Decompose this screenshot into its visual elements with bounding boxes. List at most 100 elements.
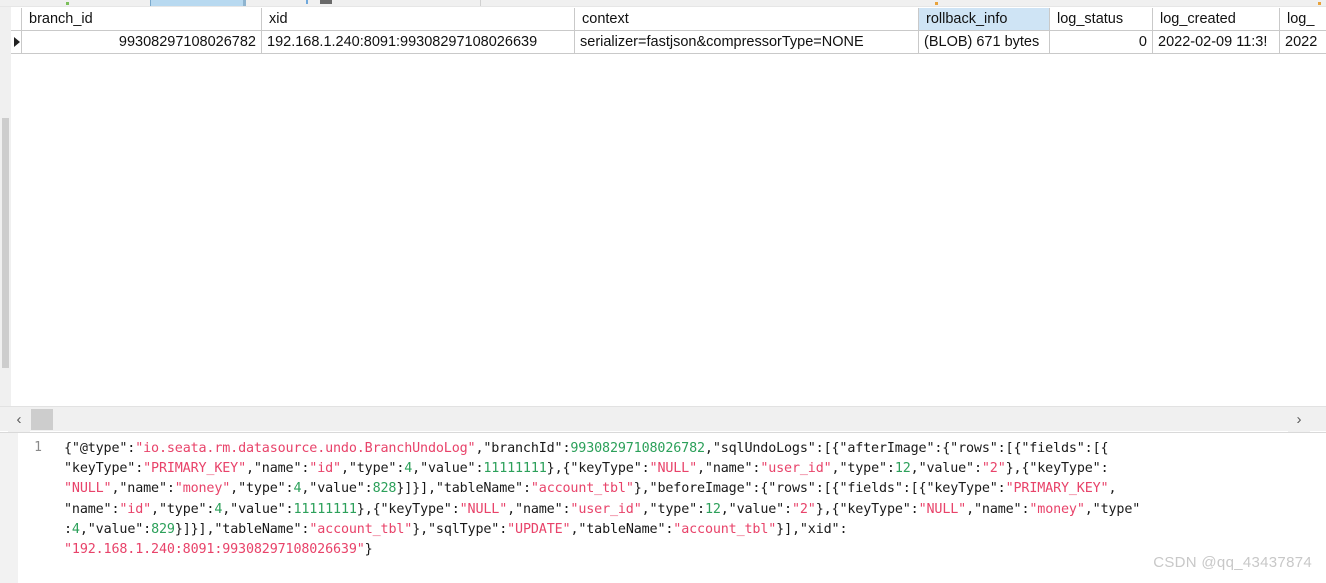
json-token: ,"value":: [720, 501, 792, 517]
cell-log_[interactable]: 2022: [1280, 31, 1326, 54]
json-token: ,"type":: [831, 461, 895, 477]
scroll-right-arrow-icon[interactable]: ›: [1288, 407, 1310, 432]
toolbar-grey-tick-icon[interactable]: [320, 0, 332, 4]
cell-rollback_info[interactable]: (BLOB) 671 bytes: [919, 31, 1050, 54]
json-token: "PRIMARY_KEY": [1005, 481, 1109, 497]
column-header-log_status[interactable]: log_status: [1050, 8, 1153, 31]
json-token: ,"name":: [966, 501, 1030, 517]
json-token: }]}],"tableName":: [174, 521, 310, 537]
json-token: "money": [1029, 501, 1085, 517]
json-token: ,"branchId":: [475, 441, 571, 456]
json-token: 12: [894, 461, 911, 477]
json-line: :4,"value":829}]}],"tableName":"account_…: [64, 520, 1319, 540]
grid-header-row: branch_id xid context rollback_info log_stat…: [11, 8, 1326, 31]
json-token: "account_tbl": [309, 521, 413, 537]
json-content[interactable]: {"@type":"io.seata.rm.datasource.undo.Br…: [64, 439, 1319, 560]
table-row[interactable]: 99308297108026782 192.168.1.240:8091:9930…: [11, 31, 1326, 54]
json-token: "2": [981, 461, 1006, 477]
vertical-scrollbar-thumb[interactable]: [2, 118, 9, 368]
json-token: "user_id": [760, 461, 832, 477]
column-header-branch_id[interactable]: branch_id: [22, 8, 262, 31]
json-token: },{"keyType":: [1005, 461, 1109, 477]
toolbar-selected-button[interactable]: [150, 0, 246, 6]
json-token: }: [364, 542, 373, 558]
column-header-log_created[interactable]: log_created: [1153, 8, 1280, 31]
toolbar-green-dot-icon: [66, 2, 69, 5]
json-token: "NULL": [649, 461, 698, 477]
json-token: "io.seata.rm.datasource.undo.BranchUndoL…: [135, 441, 476, 456]
json-token: "account_tbl": [673, 521, 777, 537]
cell-log_status[interactable]: 0: [1050, 31, 1153, 54]
json-token: "NULL": [459, 501, 508, 517]
column-header-xid[interactable]: xid: [262, 8, 575, 31]
json-line: "keyType":"PRIMARY_KEY","name":"id","typ…: [64, 459, 1319, 479]
json-token: },"sqlType":: [412, 521, 508, 537]
json-token: "name":: [64, 501, 120, 517]
toolbar-caret-icon[interactable]: [243, 0, 246, 6]
cell-log_created[interactable]: 2022-02-09 11:3!: [1153, 31, 1280, 54]
json-token: ,"type":: [151, 501, 215, 517]
json-token: },{"keyType":: [356, 501, 460, 517]
cell-branch_id[interactable]: 99308297108026782: [22, 31, 262, 54]
cell-context[interactable]: serializer=fastjson&compressorType=NONE: [575, 31, 919, 54]
json-token: "PRIMARY_KEY": [143, 461, 246, 477]
column-header-context[interactable]: context: [575, 8, 919, 31]
json-token: ,"type":: [641, 501, 705, 517]
column-header-log_[interactable]: log_: [1280, 8, 1326, 31]
json-token: ,"value":: [222, 501, 294, 517]
json-line: "name":"id","type":4,"value":11111111},{…: [64, 500, 1319, 520]
json-token: "192.168.1.240:8091:99308297108026639": [64, 542, 365, 558]
json-token: },{"keyType":: [546, 461, 650, 477]
json-token: ,"name":: [507, 501, 571, 517]
column-header-rollback_info[interactable]: rollback_info: [919, 8, 1050, 31]
json-token: "user_id": [570, 501, 642, 517]
json-token: ,"type":: [340, 461, 405, 477]
json-token: 11111111: [293, 501, 357, 517]
json-token: 828: [372, 481, 397, 497]
result-grid: branch_id xid context rollback_info log_stat…: [0, 7, 1326, 406]
editor-gutter: [0, 433, 18, 583]
json-token: ,"value":: [79, 521, 152, 537]
toolbar-divider: [480, 0, 481, 6]
json-line: "NULL","name":"money","type":4,"value":8…: [64, 479, 1319, 499]
json-token: },{"keyType":: [815, 501, 919, 517]
scroll-left-arrow-icon[interactable]: ‹: [8, 407, 30, 432]
vertical-scrollbar[interactable]: [0, 7, 11, 406]
json-token: ,"tableName":: [570, 521, 674, 537]
json-token: ,"type": [1084, 501, 1141, 517]
horizontal-scrollbar-thumb[interactable]: [31, 409, 53, 430]
current-row-indicator[interactable]: [11, 31, 22, 54]
toolbar-blue-tick-icon[interactable]: [306, 0, 308, 4]
json-token: 12: [704, 501, 721, 517]
json-token: "id": [119, 501, 152, 517]
blob-value-viewer: 1 {"@type":"io.seata.rm.datasource.undo.…: [0, 432, 1326, 583]
cell-xid[interactable]: 192.168.1.240:8091:99308297108026639: [262, 31, 575, 54]
row-arrow-icon: [14, 37, 20, 47]
json-token: 4: [404, 461, 413, 477]
json-token: "UPDATE": [507, 521, 571, 537]
toolbar-sliver: [0, 0, 1326, 7]
toolbar-yellow-dot-icon: [935, 2, 938, 5]
json-token: ,"value":: [412, 461, 484, 477]
toolbar-yellow-dot-icon-2: [1318, 2, 1321, 5]
json-token: 4: [71, 521, 80, 537]
json-token: ,"name":: [245, 461, 310, 477]
json-token: "id": [309, 461, 341, 477]
json-line: {"@type":"io.seata.rm.datasource.undo.Br…: [64, 439, 1319, 459]
json-token: },"beforeImage":{"rows":[{"fields":[{"ke…: [633, 481, 1006, 497]
line-number: 1: [34, 440, 42, 455]
json-token: ,: [1108, 481, 1117, 497]
json-token: }],"xid":: [776, 521, 848, 537]
json-token: :: [64, 521, 72, 537]
json-token: }]}],"tableName":: [396, 481, 531, 497]
json-token: "NULL": [64, 481, 112, 497]
watermark: CSDN @qq_43437874: [1153, 554, 1312, 571]
json-line: "192.168.1.240:8091:99308297108026639"}: [64, 540, 1319, 560]
horizontal-scrollbar[interactable]: ‹ ›: [0, 406, 1326, 432]
json-token: ,"type":: [230, 481, 294, 497]
json-token: ,"sqlUndoLogs":[{"afterImage":{"rows":[{…: [704, 441, 1109, 456]
json-token: 99308297108026782: [570, 441, 705, 456]
json-token: ,"name":: [111, 481, 175, 497]
json-token: ,"value":: [301, 481, 373, 497]
json-token: "NULL": [918, 501, 967, 517]
